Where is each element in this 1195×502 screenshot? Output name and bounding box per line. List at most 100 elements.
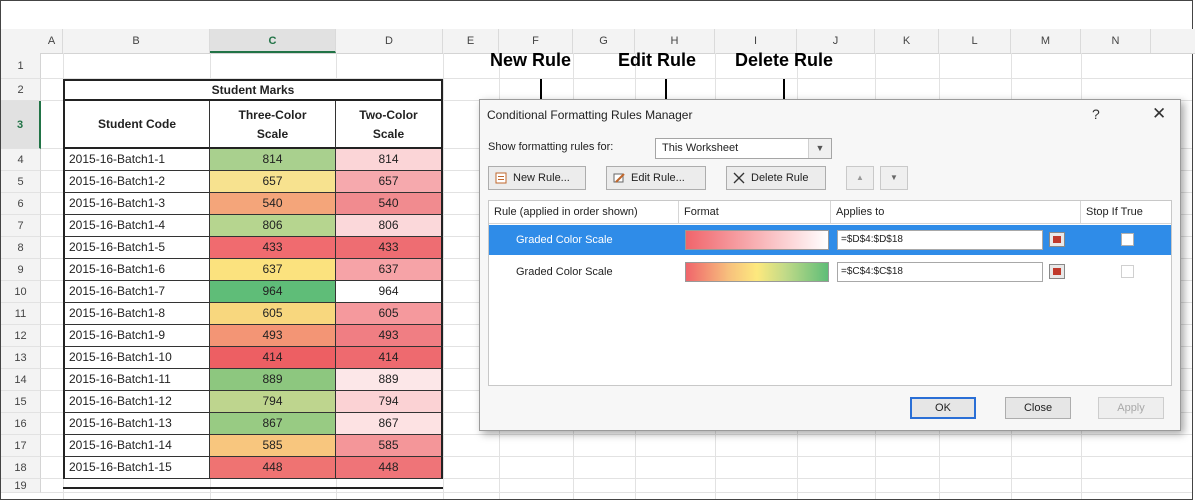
row-header-16[interactable]: 16	[1, 413, 41, 435]
row-header-12[interactable]: 12	[1, 325, 41, 347]
three-color-scale-cell[interactable]: 637	[210, 259, 336, 281]
three-color-scale-cell[interactable]: 657	[210, 171, 336, 193]
student-code-cell[interactable]: 2015-16-Batch1-11	[63, 369, 210, 391]
two-color-scale-cell[interactable]: 867	[336, 413, 443, 435]
student-code-cell[interactable]: 2015-16-Batch1-2	[63, 171, 210, 193]
student-code-cell[interactable]: 2015-16-Batch1-12	[63, 391, 210, 413]
three-color-scale-cell[interactable]: 964	[210, 281, 336, 303]
student-code-cell[interactable]: 2015-16-Batch1-14	[63, 435, 210, 457]
two-color-scale-header-line2: Scale	[372, 127, 405, 141]
row-header-1[interactable]: 1	[1, 53, 41, 79]
two-color-scale-cell[interactable]: 657	[336, 171, 443, 193]
three-color-scale-cell[interactable]: 814	[210, 149, 336, 171]
student-code-cell[interactable]: 2015-16-Batch1-4	[63, 215, 210, 237]
show-rules-for-dropdown[interactable]: This Worksheet ▼	[655, 138, 832, 159]
new-rule-button[interactable]: New Rule...	[488, 166, 586, 190]
three-color-scale-cell[interactable]: 889	[210, 369, 336, 391]
row-header-4[interactable]: 4	[1, 149, 41, 171]
row-header-13[interactable]: 13	[1, 347, 41, 369]
two-color-scale-cell[interactable]: 889	[336, 369, 443, 391]
close-icon[interactable]: ✕	[1152, 104, 1166, 124]
row-header-10[interactable]: 10	[1, 281, 41, 303]
three-color-scale-cell[interactable]: 493	[210, 325, 336, 347]
three-color-scale-cell[interactable]: 867	[210, 413, 336, 435]
two-color-scale-cell[interactable]: 794	[336, 391, 443, 413]
three-color-scale-cell[interactable]: 540	[210, 193, 336, 215]
column-header-m[interactable]: M	[1011, 29, 1081, 53]
three-color-scale-cell[interactable]: 794	[210, 391, 336, 413]
col-rule: Rule (applied in order shown)	[489, 201, 679, 223]
student-code-cell[interactable]: 2015-16-Batch1-3	[63, 193, 210, 215]
row-header-5[interactable]: 5	[1, 171, 41, 193]
annotation-new-rule: New Rule	[490, 50, 572, 70]
column-header-a[interactable]: A	[41, 29, 63, 53]
applies-to-input[interactable]: =$D$4:$D$18	[837, 230, 1043, 250]
three-color-scale-header: Three-Color Scale	[210, 101, 336, 149]
move-down-button[interactable]: ▼	[880, 166, 908, 190]
applies-to-input[interactable]: =$C$4:$C$18	[837, 262, 1043, 282]
format-preview-two-color	[685, 230, 829, 250]
student-code-cell[interactable]: 2015-16-Batch1-8	[63, 303, 210, 325]
three-color-scale-cell[interactable]: 605	[210, 303, 336, 325]
row-header-19[interactable]: 19	[1, 479, 41, 493]
row-header-11[interactable]: 11	[1, 303, 41, 325]
stop-if-true-checkbox[interactable]	[1121, 265, 1134, 278]
row-header-7[interactable]: 7	[1, 215, 41, 237]
move-up-button[interactable]: ▲	[846, 166, 874, 190]
two-color-scale-cell[interactable]: 540	[336, 193, 443, 215]
range-selector-icon[interactable]	[1049, 264, 1065, 279]
row-header-2[interactable]: 2	[1, 79, 41, 101]
student-code-cell[interactable]: 2015-16-Batch1-7	[63, 281, 210, 303]
column-header-row: ABCDEFGHIJKLMN	[1, 29, 1195, 54]
three-color-scale-cell[interactable]: 414	[210, 347, 336, 369]
three-color-scale-cell[interactable]: 585	[210, 435, 336, 457]
three-color-scale-cell[interactable]: 448	[210, 457, 336, 479]
rule-row[interactable]: Graded Color Scale =$D$4:$D$18	[489, 225, 1171, 255]
student-code-cell[interactable]: 2015-16-Batch1-1	[63, 149, 210, 171]
row-header-15[interactable]: 15	[1, 391, 41, 413]
row-header-9[interactable]: 9	[1, 259, 41, 281]
column-header-c[interactable]: C	[210, 29, 336, 53]
new-rule-label: New Rule...	[513, 172, 570, 184]
student-code-cell[interactable]: 2015-16-Batch1-5	[63, 237, 210, 259]
row-header-18[interactable]: 18	[1, 457, 41, 479]
student-code-cell[interactable]: 2015-16-Batch1-13	[63, 413, 210, 435]
close-button[interactable]: Close	[1005, 397, 1071, 419]
column-header-d[interactable]: D	[336, 29, 443, 53]
two-color-scale-cell[interactable]: 637	[336, 259, 443, 281]
three-color-scale-cell[interactable]: 806	[210, 215, 336, 237]
ok-button[interactable]: OK	[910, 397, 976, 419]
two-color-scale-cell[interactable]: 585	[336, 435, 443, 457]
two-color-scale-cell[interactable]: 806	[336, 215, 443, 237]
stop-if-true-checkbox[interactable]	[1121, 233, 1134, 246]
two-color-scale-cell[interactable]: 814	[336, 149, 443, 171]
help-button[interactable]: ?	[1092, 106, 1100, 122]
student-code-cell[interactable]: 2015-16-Batch1-6	[63, 259, 210, 281]
student-code-cell[interactable]: 2015-16-Batch1-9	[63, 325, 210, 347]
two-color-scale-cell[interactable]: 414	[336, 347, 443, 369]
delete-rule-button[interactable]: Delete Rule	[726, 166, 826, 190]
column-header-n[interactable]: N	[1081, 29, 1151, 53]
two-color-scale-cell[interactable]: 964	[336, 281, 443, 303]
rule-row[interactable]: Graded Color Scale =$C$4:$C$18	[489, 257, 1171, 287]
chevron-down-icon[interactable]: ▼	[808, 139, 831, 158]
row-header-17[interactable]: 17	[1, 435, 41, 457]
column-header-b[interactable]: B	[63, 29, 210, 53]
student-code-cell[interactable]: 2015-16-Batch1-10	[63, 347, 210, 369]
row-header-14[interactable]: 14	[1, 369, 41, 391]
screenshot-frame: ABCDEFGHIJKLMN 1 2 3 4 5 6 7 8 9 10 11 12 13 14 15 16 17…	[0, 0, 1195, 500]
row-header-3[interactable]: 3	[1, 101, 41, 149]
edit-rule-button[interactable]: Edit Rule...	[606, 166, 706, 190]
two-color-scale-cell[interactable]: 605	[336, 303, 443, 325]
row-header-8[interactable]: 8	[1, 237, 41, 259]
two-color-scale-cell[interactable]: 448	[336, 457, 443, 479]
range-selector-icon[interactable]	[1049, 232, 1065, 247]
three-color-scale-cell[interactable]: 433	[210, 237, 336, 259]
student-code-cell[interactable]: 2015-16-Batch1-15	[63, 457, 210, 479]
two-color-scale-cell[interactable]: 493	[336, 325, 443, 347]
two-color-scale-cell[interactable]: 433	[336, 237, 443, 259]
column-header-l[interactable]: L	[939, 29, 1011, 53]
row-header-6[interactable]: 6	[1, 193, 41, 215]
apply-button[interactable]: Apply	[1098, 397, 1164, 419]
column-header-k[interactable]: K	[875, 29, 939, 53]
